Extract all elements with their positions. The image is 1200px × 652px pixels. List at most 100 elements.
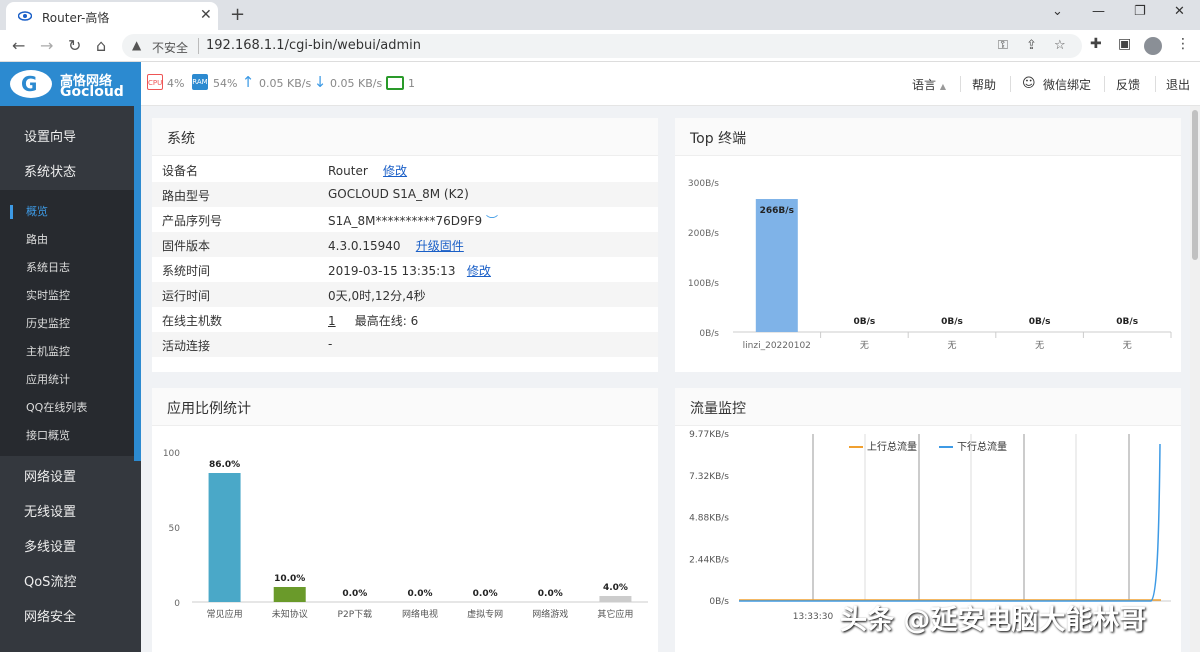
edit-time-link[interactable]: 修改 — [467, 264, 491, 278]
serial-number: S1A_8M**********76D9F9 — [328, 214, 483, 228]
bar — [599, 596, 632, 602]
y-tick-label: 100 — [163, 449, 180, 459]
row-value: Router 修改 — [328, 162, 407, 179]
firmware-version: 4.3.0.15940 — [328, 239, 401, 253]
peak-online: 最高在线: 6 — [354, 314, 419, 328]
sidebar-item-host-monitor[interactable]: 主机监控 — [0, 338, 134, 366]
address-bar: ← → ↻ ⌂ ▲ 不安全 192.168.1.1/cgi-bin/webui/… — [0, 30, 1200, 62]
eye-closed-icon[interactable]: ︶ — [486, 214, 498, 228]
sidebar-item-system-status[interactable]: 系统状态 — [0, 155, 134, 190]
sidebar-item-interface[interactable]: 接口概览 — [0, 422, 134, 450]
close-window-icon[interactable]: ✕ — [1174, 4, 1185, 19]
table-row: 运行时间 0天,0时,12分,4秒 — [152, 282, 658, 307]
sidebar-item-history-monitor[interactable]: 历史监控 — [0, 310, 134, 338]
share-icon[interactable]: ⇪ — [1026, 38, 1037, 53]
x-tick-label: linzi_20220102 — [743, 341, 811, 351]
logo[interactable]: G 高恪网络 Gocloud — [0, 62, 141, 106]
scrollbar-thumb[interactable] — [1192, 110, 1198, 260]
forward-icon[interactable]: → — [40, 36, 53, 55]
back-icon[interactable]: ← — [12, 36, 25, 55]
row-value: 4.3.0.15940 升级固件 — [328, 237, 464, 254]
y-tick-label: 0 — [174, 599, 180, 609]
data-label: 86.0% — [209, 460, 240, 470]
app-header: G 高恪网络 Gocloud CPU 4% RAM 54% ↑ 0.05 KB/… — [0, 62, 1200, 106]
sidebar-item-multiline[interactable]: 多线设置 — [0, 530, 134, 565]
wechat-bind-link[interactable]: 微信绑定 — [1043, 76, 1091, 93]
url-text: 192.168.1.1/cgi-bin/webui/admin — [206, 38, 421, 53]
extensions-icon[interactable]: ✚ — [1090, 36, 1102, 52]
y-tick-label: 2.44KB/s — [689, 555, 729, 565]
row-value: 0天,0时,12分,4秒 — [328, 289, 426, 303]
upgrade-firmware-link[interactable]: 升级固件 — [416, 239, 464, 253]
data-label: 0B/s — [854, 317, 876, 327]
watermark: 头条 @延安电脑大能林哥 — [840, 605, 1147, 636]
upload-value: 0.05 KB/s — [259, 77, 312, 90]
minimize-icon[interactable]: — — [1092, 4, 1105, 19]
row-value: 1 最高在线: 6 — [328, 312, 418, 329]
chevron-down-icon[interactable]: ⌄ — [1052, 4, 1063, 19]
sidebar-item-qq-online[interactable]: QQ在线列表 — [0, 394, 134, 422]
app-stats-chart: 0 50 100 86.0% 常见应用 10.0% 未知协议 0.0% P2P下载 0.0% 网络电… — [163, 449, 648, 620]
sidebar-item-overview[interactable]: 概览 — [0, 198, 134, 226]
close-icon[interactable]: ✕ — [200, 7, 212, 23]
sidebar-item-route[interactable]: 路由 — [0, 226, 134, 254]
logout-link[interactable]: 退出 — [1166, 76, 1190, 93]
row-key: 设备名 — [162, 164, 199, 178]
upload-arrow-icon: ↑ — [241, 73, 255, 91]
table-row: 活动连接 - — [152, 332, 658, 357]
panel-title: 系统 — [167, 131, 195, 147]
legend-label: 上行总流量 — [867, 440, 917, 453]
sidebar-item-qos[interactable]: QoS流控 — [0, 565, 134, 600]
row-key: 路由型号 — [162, 189, 211, 203]
help-link[interactable]: 帮助 — [972, 76, 996, 93]
home-icon[interactable]: ⌂ — [96, 36, 106, 55]
sidebar-item-network[interactable]: 网络设置 — [0, 460, 134, 495]
language-menu[interactable]: 语言 ▲ — [912, 76, 946, 93]
key-icon[interactable]: ⚿ — [998, 38, 1008, 53]
sidebar-item-app-stats[interactable]: 应用统计 — [0, 366, 134, 394]
row-key: 活动连接 — [162, 339, 211, 353]
eye-icon — [18, 11, 32, 21]
row-value: GOCLOUD S1A_8M (K2) — [328, 187, 469, 201]
y-tick-label: 4.88KB/s — [689, 514, 729, 524]
y-tick-label: 300B/s — [688, 179, 719, 189]
system-time: 2019-03-15 13:35:13 — [328, 264, 456, 278]
browser-tab[interactable]: Router-高恪 ✕ — [6, 2, 218, 30]
x-tick-label: 13:33:30 — [793, 612, 834, 622]
sidebar-item-realtime-monitor[interactable]: 实时监控 — [0, 282, 134, 310]
system-panel: 系统 设备名 Router 修改 路由型号 GOCLOUD S1A_8M (K2… — [152, 118, 658, 372]
x-tick-label: 无 — [1123, 340, 1132, 351]
sidebar-item-wireless[interactable]: 无线设置 — [0, 495, 134, 530]
ram-icon: RAM — [192, 74, 208, 90]
data-label: 0B/s — [1029, 317, 1051, 327]
sidebar-item-setup-wizard[interactable]: 设置向导 — [0, 120, 134, 155]
reload-icon[interactable]: ↻ — [68, 36, 81, 55]
data-label: 0.0% — [408, 589, 433, 599]
row-key: 固件版本 — [162, 239, 211, 253]
x-tick-label: 无 — [947, 340, 956, 351]
feedback-link[interactable]: 反馈 — [1116, 76, 1140, 93]
wechat-icon: ☺ — [1022, 76, 1036, 91]
sidebar-scrollbar[interactable] — [134, 106, 141, 461]
restore-icon[interactable]: ❐ — [1134, 4, 1146, 19]
y-tick-label: 100B/s — [688, 279, 719, 289]
logo-en: Gocloud — [60, 84, 124, 100]
avatar[interactable] — [1144, 37, 1162, 55]
menu-icon[interactable]: ⋮ — [1176, 36, 1190, 52]
edit-device-name-link[interactable]: 修改 — [383, 164, 407, 178]
y-tick-label: 0B/s — [699, 329, 719, 339]
sidebar-item-syslog[interactable]: 系统日志 — [0, 254, 134, 282]
page-scrollbar[interactable] — [1190, 106, 1200, 652]
online-hosts-link[interactable]: 1 — [328, 314, 336, 328]
panel-header: 系统 — [152, 118, 658, 156]
x-tick-label: 虚拟专网 — [467, 608, 503, 620]
sidepanel-icon[interactable]: ▣ — [1118, 36, 1131, 52]
new-tab-icon[interactable]: + — [230, 4, 245, 25]
omnibox[interactable]: ▲ 不安全 192.168.1.1/cgi-bin/webui/admin ⚿ … — [122, 34, 1082, 58]
series-line-download — [739, 443, 1161, 602]
star-icon[interactable]: ☆ — [1054, 38, 1066, 53]
x-tick-label: 未知协议 — [272, 608, 308, 620]
y-tick-label: 0B/s — [709, 597, 729, 607]
row-value: 2019-03-15 13:35:13 修改 — [328, 262, 491, 279]
sidebar-item-security[interactable]: 网络安全 — [0, 600, 134, 635]
